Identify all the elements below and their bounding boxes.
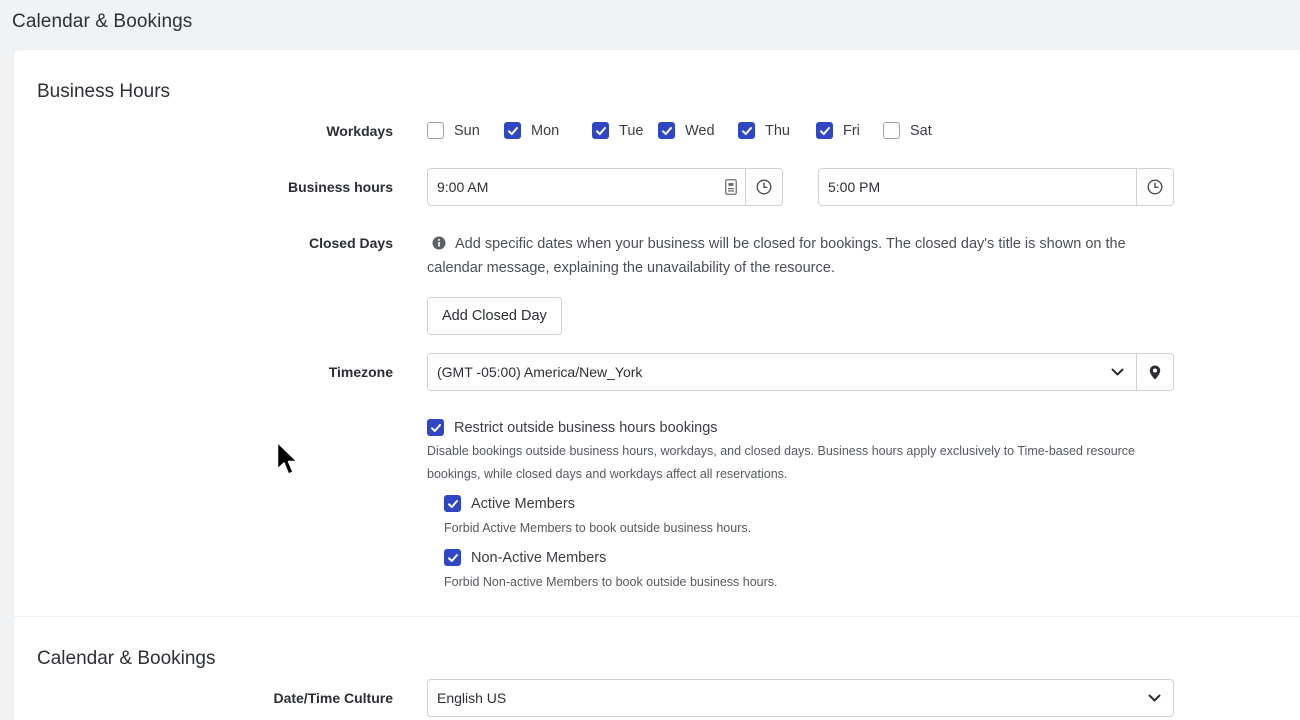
end-time-field[interactable]: 5:00 PM [818, 168, 1174, 206]
active-members-description: Forbid Active Members to book outside bu… [444, 521, 752, 535]
non-active-members-description: Forbid Non-active Members to book outsid… [444, 575, 778, 589]
clock-icon [756, 179, 772, 195]
section-divider [14, 616, 1300, 617]
start-time-value: 9:00 AM [437, 179, 489, 195]
workday-label: Fri [843, 122, 860, 139]
workday-checkbox-thu[interactable]: Thu [738, 122, 790, 139]
workday-label: Thu [765, 122, 790, 139]
checkbox-box[interactable] [504, 122, 521, 139]
date-time-culture-value: English US [437, 690, 507, 706]
start-time-picker-button[interactable] [745, 169, 782, 205]
contact-card-icon[interactable] [717, 169, 745, 205]
business-hours-label: Business hours [287, 179, 393, 195]
checkbox-box[interactable] [658, 122, 675, 139]
timezone-label: Timezone [328, 364, 393, 380]
end-time-value: 5:00 PM [828, 179, 881, 195]
non-active-members-label: Non-Active Members [471, 549, 607, 566]
checkbox-box[interactable] [427, 419, 444, 436]
calendar-bookings-section-title: Calendar & Bookings [37, 648, 216, 669]
workday-checkbox-tue[interactable]: Tue [592, 122, 643, 139]
page-title: Calendar & Bookings [12, 11, 193, 32]
end-time-picker-button[interactable] [1136, 169, 1173, 205]
add-closed-day-button[interactable]: Add Closed Day [427, 297, 562, 335]
mouse-pointer-icon [276, 441, 298, 475]
chevron-down-icon[interactable] [1135, 680, 1173, 716]
workday-label: Wed [685, 122, 715, 139]
checkbox-box[interactable] [883, 122, 900, 139]
checkbox-box[interactable] [592, 122, 609, 139]
active-members-label: Active Members [471, 495, 575, 512]
active-members-checkbox[interactable]: Active Members [444, 495, 575, 512]
chevron-down-icon[interactable] [1098, 354, 1136, 390]
timezone-value: (GMT -05:00) America/New_York [437, 364, 643, 380]
workday-label: Mon [531, 122, 560, 139]
checkbox-box[interactable] [444, 495, 461, 512]
workday-label: Sun [454, 122, 480, 139]
workday-checkbox-sun[interactable]: Sun [427, 122, 480, 139]
workday-label: Tue [619, 122, 644, 139]
workdays-label: Workdays [326, 123, 393, 139]
checkbox-box[interactable] [738, 122, 755, 139]
settings-card: Business Hours Workdays Sun Mon Tue Wed Thu F… [14, 50, 1300, 720]
start-time-field[interactable]: 9:00 AM [427, 168, 783, 206]
restrict-outside-hours-label: Restrict outside business hours bookings [454, 419, 718, 436]
non-active-members-checkbox[interactable]: Non-Active Members [444, 549, 606, 566]
closed-days-label: Closed Days [308, 235, 393, 251]
checkbox-box[interactable] [444, 549, 461, 566]
date-time-culture-label: Date/Time Culture [273, 690, 393, 706]
checkbox-box[interactable] [427, 122, 444, 139]
closed-days-help-text: Add specific dates when your business wi… [427, 236, 1126, 276]
clock-icon [1147, 179, 1163, 195]
date-time-culture-select[interactable]: English US [427, 679, 1174, 717]
info-icon [432, 236, 446, 250]
workday-checkbox-sat[interactable]: Sat [883, 122, 932, 139]
business-hours-section-title: Business Hours [37, 81, 171, 102]
workday-checkbox-mon[interactable]: Mon [504, 122, 559, 139]
restrict-description: Disable bookings outside business hours,… [427, 444, 1136, 481]
timezone-locate-button[interactable] [1136, 354, 1173, 390]
workday-checkbox-wed[interactable]: Wed [658, 122, 715, 139]
checkbox-box[interactable] [816, 122, 833, 139]
workday-checkbox-fri[interactable]: Fri [816, 122, 860, 139]
restrict-outside-hours-checkbox[interactable]: Restrict outside business hours bookings [427, 419, 718, 436]
closed-days-help: Add specific dates when your business wi… [427, 232, 1177, 280]
workday-label: Sat [910, 122, 932, 139]
map-pin-icon [1149, 365, 1161, 379]
timezone-select[interactable]: (GMT -05:00) America/New_York [427, 353, 1174, 391]
